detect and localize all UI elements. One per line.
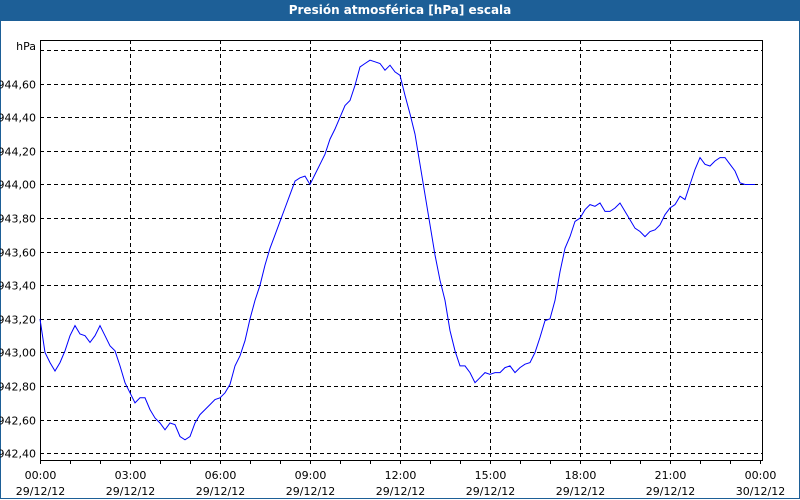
pressure-chart: 942,40 942,60 942,80 943,00 943,20 943,40 943,… [0, 40, 785, 499]
x-tick-date-label: 29/12/12 [556, 485, 605, 498]
x-tick-time-label: 18:00 [565, 469, 597, 482]
tick-labels: 942,40 942,60 942,80 943,00 943,20 943,40 943,… [0, 79, 785, 499]
x-tick-date-label: 29/12/12 [466, 485, 515, 498]
x-tick-date-label: 29/12/12 [376, 485, 425, 498]
y-tick-label: 942,80 [0, 381, 36, 394]
x-tick-date-label: 30/12/12 [736, 485, 785, 498]
y-tick-label: 944,60 [0, 79, 36, 92]
x-tick-date-label: 29/12/12 [16, 485, 65, 498]
y-tick-label: 943,00 [0, 347, 36, 360]
x-tick-date-label: 29/12/12 [646, 485, 695, 498]
y-axis-unit-label: hPa [16, 40, 36, 53]
y-tick-label: 943,60 [0, 247, 36, 260]
y-tick-label: 943,40 [0, 280, 36, 293]
y-tick-label: 943,80 [0, 213, 36, 226]
y-tick-label: 942,60 [0, 415, 36, 428]
grid [40, 40, 762, 460]
x-tick-time-label: 03:00 [115, 469, 147, 482]
y-tick-label: 944,20 [0, 146, 36, 159]
x-tick-date-label: 29/12/12 [286, 485, 335, 498]
plot-border [40, 40, 763, 461]
x-tick-time-label: 00:00 [25, 469, 57, 482]
x-tick-time-label: 21:00 [655, 469, 687, 482]
y-tick-label: 942,40 [0, 448, 36, 461]
x-tick-time-label: 15:00 [475, 469, 507, 482]
y-tick-label: 944,00 [0, 179, 36, 192]
x-tick-time-label: 00:00 [745, 469, 777, 482]
y-tick-label: 943,20 [0, 314, 36, 327]
x-tick-date-label: 29/12/12 [196, 485, 245, 498]
x-tick-time-label: 09:00 [295, 469, 327, 482]
x-tick-date-label: 29/12/12 [106, 485, 155, 498]
y-tick-label: 944,40 [0, 112, 36, 125]
x-tick-time-label: 12:00 [385, 469, 417, 482]
x-tick-time-label: 06:00 [205, 469, 237, 482]
